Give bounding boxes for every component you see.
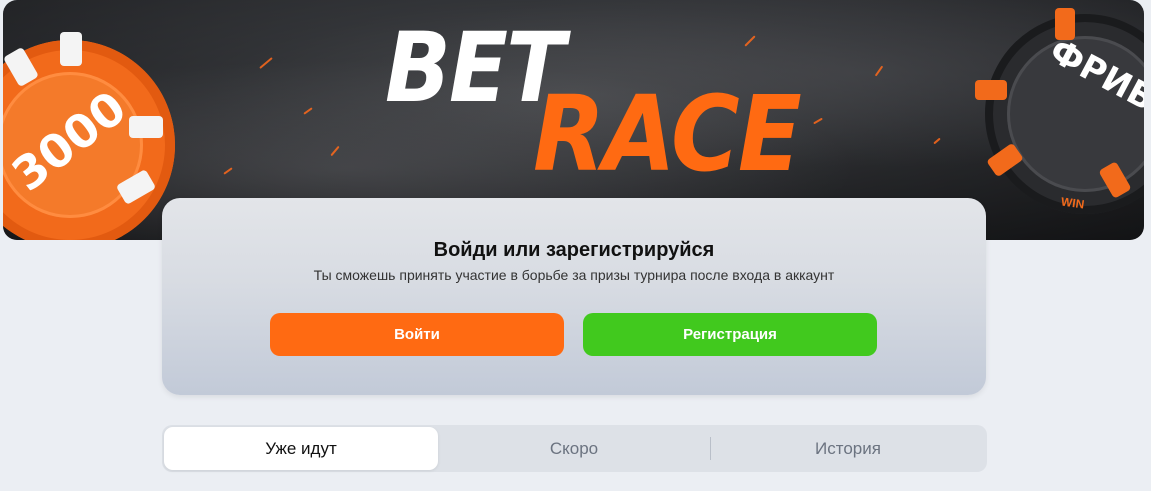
- tab-history[interactable]: История: [711, 427, 985, 470]
- register-button[interactable]: Регистрация: [583, 313, 877, 356]
- tab-soon[interactable]: Скоро: [438, 427, 710, 470]
- auth-title: Войди или зарегистрируйся: [433, 239, 715, 261]
- tab-ongoing[interactable]: Уже идут: [164, 427, 438, 470]
- login-button[interactable]: Войти: [270, 313, 564, 356]
- auth-subtitle: Ты сможешь принять участие в борьбе за п…: [313, 267, 835, 283]
- tournament-tabs: Уже идут Скоро История: [162, 425, 987, 472]
- auth-card: Войди или зарегистрируйся Ты сможешь при…: [162, 198, 986, 395]
- logo-race-text: RACE: [533, 73, 802, 195]
- chip-win-text: WIN: [1060, 194, 1086, 212]
